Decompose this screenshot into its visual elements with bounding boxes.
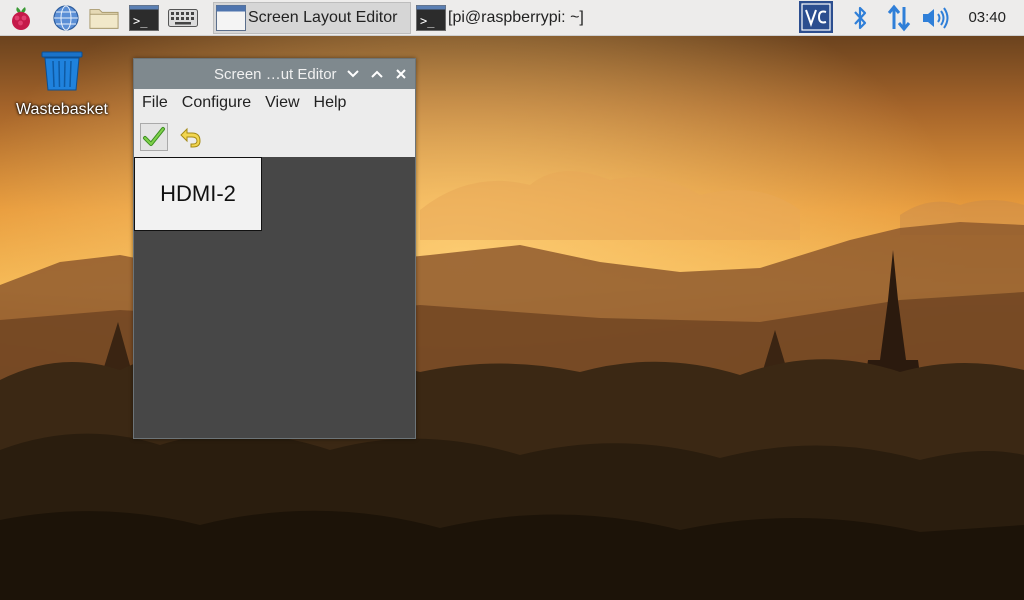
menu-file[interactable]: File (142, 94, 168, 112)
window-menu-button[interactable] (344, 65, 362, 83)
folder-icon (89, 9, 119, 29)
network-arrows-icon (887, 4, 911, 32)
screen-layout-editor-window: Screen …ut Editor File Configure View He… (133, 58, 416, 439)
taskbar: >_ Screen Layout Editor >_ [pi@raspberry… (0, 0, 1024, 36)
task-terminal[interactable]: >_ [pi@raspberrypi: ~] (414, 2, 612, 34)
task-label: [pi@raspberrypi: ~] (448, 9, 584, 26)
terminal-icon: >_ (129, 5, 159, 31)
file-manager-button[interactable] (89, 3, 119, 33)
monitor-hdmi-2[interactable]: HDMI-2 (134, 157, 262, 231)
volume-button[interactable] (921, 3, 951, 33)
close-icon (396, 69, 406, 79)
svg-text:>_: >_ (420, 14, 435, 28)
menu-configure[interactable]: Configure (182, 94, 251, 112)
revert-button[interactable] (176, 123, 204, 151)
keyboard-icon (168, 9, 198, 27)
network-button[interactable] (884, 3, 914, 33)
bluetooth-icon (854, 6, 867, 30)
vnc-icon (801, 3, 831, 31)
menubar: File Configure View Help (134, 89, 415, 117)
checkmark-icon (143, 127, 165, 146)
layout-canvas[interactable]: HDMI-2 (134, 157, 415, 438)
web-browser-button[interactable] (51, 3, 81, 33)
undo-arrow-icon (180, 127, 201, 148)
volume-icon (923, 7, 949, 29)
close-button[interactable] (392, 65, 410, 83)
clock[interactable]: 03:40 (968, 9, 1006, 26)
task-label: Screen Layout Editor (248, 9, 398, 26)
globe-icon (53, 5, 79, 31)
task-screen-layout-editor[interactable]: Screen Layout Editor (213, 2, 411, 34)
window-title: Screen …ut Editor (214, 66, 337, 83)
wastebasket-label: Wastebasket (16, 101, 108, 118)
raspberry-icon (12, 7, 30, 30)
window-titlebar[interactable]: Screen …ut Editor (134, 59, 415, 89)
toolbar (134, 117, 415, 157)
terminal-launcher-button[interactable]: >_ (129, 3, 159, 33)
menu-help[interactable]: Help (314, 94, 347, 112)
virtual-keyboard-button[interactable] (168, 3, 198, 33)
raspberry-menu-button[interactable] (6, 3, 36, 33)
vnc-server-button[interactable] (799, 1, 833, 33)
window-icon (216, 5, 246, 31)
monitor-label: HDMI-2 (160, 181, 236, 206)
apply-button[interactable] (140, 123, 168, 151)
chevron-up-icon (371, 70, 383, 78)
chevron-down-icon (347, 70, 359, 78)
svg-text:>_: >_ (133, 14, 148, 28)
terminal-icon: >_ (416, 5, 446, 31)
menu-view[interactable]: View (265, 94, 299, 112)
trash-icon (41, 51, 83, 91)
bluetooth-button[interactable] (845, 3, 875, 33)
maximize-button[interactable] (368, 65, 386, 83)
wastebasket-desktop-icon[interactable]: Wastebasket (12, 50, 112, 119)
